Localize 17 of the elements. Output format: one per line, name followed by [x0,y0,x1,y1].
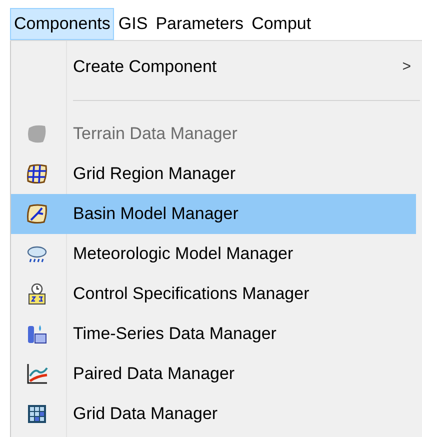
line-chart-icon [25,362,49,386]
menu-bar-item[interactable]: Components [10,8,114,40]
menu-item[interactable]: Create Component > [11,47,422,87]
submenu-arrow: > [402,56,411,77]
menu-item[interactable]: Basin Model Manager [11,194,416,234]
menu-item[interactable]: Control Specifications Manager [11,274,416,314]
grid-icon [25,402,49,426]
menu-item[interactable]: Grid Region Manager [11,154,416,194]
menu-bar-item[interactable]: Comput [248,8,316,40]
menu-item[interactable]: Grid Data Manager [11,394,416,434]
menu-item[interactable]: Paired Data Manager [11,354,416,394]
basin-icon [25,202,49,226]
menu-bar-item[interactable]: GIS [114,8,152,40]
menu-item[interactable]: Time-Series Data Manager [11,314,416,354]
menu-item[interactable]: Meteorologic Model Manager [11,234,416,274]
grid-region-icon [25,162,49,186]
menu-bar-item[interactable]: Parameters [152,8,248,40]
